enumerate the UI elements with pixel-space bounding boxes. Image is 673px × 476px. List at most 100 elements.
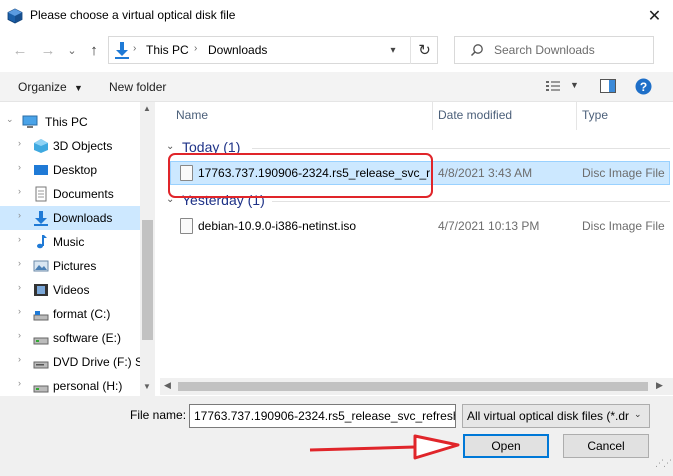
file-name-label: File name: xyxy=(130,408,187,422)
chevron-right-icon: › xyxy=(18,234,21,244)
chevron-right-icon: › xyxy=(18,186,21,196)
nav-item-drive-e[interactable]: › software (E:) xyxy=(0,326,140,350)
drive-icon xyxy=(33,311,49,321)
column-header-date[interactable]: Date modified xyxy=(438,108,512,122)
close-button[interactable]: ✕ xyxy=(636,0,673,32)
organize-button[interactable]: Organize ▼ xyxy=(18,80,83,94)
annotation-highlight-box xyxy=(168,153,433,198)
search-icon xyxy=(470,44,483,57)
view-options-icon[interactable] xyxy=(546,80,560,92)
chevron-down-icon[interactable]: ⌄ xyxy=(634,409,642,420)
forward-button[interactable]: → xyxy=(38,39,58,61)
breadcrumb-separator: › xyxy=(133,43,137,54)
chevron-down-icon: ⌄ xyxy=(6,114,14,124)
nav-item-label: Music xyxy=(53,235,85,249)
file-type: Disc Image File xyxy=(582,219,665,233)
up-button[interactable]: ↑ xyxy=(84,39,104,61)
open-button[interactable]: Open xyxy=(463,434,549,458)
computer-icon xyxy=(22,115,38,128)
back-button[interactable]: ← xyxy=(10,39,30,61)
preview-pane-icon[interactable] xyxy=(600,79,616,93)
chevron-right-icon: › xyxy=(18,258,21,268)
nav-item-music[interactable]: › Music xyxy=(0,230,140,254)
breadcrumb-separator: › xyxy=(194,43,198,54)
nav-item-drive-c[interactable]: › format (C:) xyxy=(0,302,140,326)
nav-item-3d-objects[interactable]: › 3D Objects xyxy=(0,134,140,158)
nav-item-label: Pictures xyxy=(53,259,97,273)
dvd-drive-icon xyxy=(33,361,49,369)
file-date: 4/8/2021 3:43 AM xyxy=(438,166,533,180)
address-dropdown-button[interactable]: ▾ xyxy=(378,36,408,64)
documents-icon xyxy=(35,186,47,202)
file-date: 4/7/2021 10:13 PM xyxy=(438,219,540,233)
chevron-right-icon: › xyxy=(18,378,21,388)
nav-item-label: This PC xyxy=(45,115,88,129)
view-dropdown-button[interactable]: ▼ xyxy=(570,80,579,90)
scroll-right-icon[interactable]: ▶ xyxy=(656,380,663,391)
breadcrumb-this-pc[interactable]: This PC xyxy=(146,43,189,57)
recent-locations-button[interactable]: ⌄ xyxy=(62,39,82,61)
help-icon[interactable]: ? xyxy=(635,78,652,95)
chevron-right-icon: › xyxy=(18,138,21,148)
refresh-icon: ↻ xyxy=(418,42,431,59)
up-arrow-icon: ↑ xyxy=(90,41,98,59)
file-name: debian-10.9.0-i386-netinst.iso xyxy=(198,219,357,233)
search-placeholder: Search Downloads xyxy=(494,43,595,57)
music-icon xyxy=(37,235,47,249)
videos-icon xyxy=(34,284,48,296)
column-divider[interactable] xyxy=(576,102,577,130)
filelist-scroll-thumb[interactable] xyxy=(178,382,648,391)
scroll-left-icon[interactable]: ◀ xyxy=(164,380,171,391)
disc-image-file-icon xyxy=(180,218,193,234)
breadcrumb-downloads[interactable]: Downloads xyxy=(208,43,267,57)
nav-item-label: 3D Objects xyxy=(53,139,113,153)
forward-arrow-icon: → xyxy=(40,41,56,59)
chevron-down-icon: ⌄ xyxy=(67,44,77,57)
virtualbox-icon xyxy=(7,8,23,24)
nav-item-drive-h[interactable]: › personal (H:) xyxy=(0,374,140,398)
chevron-right-icon: › xyxy=(18,354,21,364)
chevron-right-icon: › xyxy=(18,282,21,292)
column-header-type[interactable]: Type xyxy=(582,108,608,122)
chevron-right-icon: › xyxy=(18,306,21,316)
scroll-up-icon[interactable]: ▲ xyxy=(143,104,151,113)
organize-label: Organize xyxy=(18,80,67,94)
downloads-icon xyxy=(34,211,48,226)
close-icon: ✕ xyxy=(647,8,662,25)
nav-item-documents[interactable]: › Documents xyxy=(0,182,140,206)
chevron-right-icon: › xyxy=(18,330,21,340)
new-folder-button[interactable]: New folder xyxy=(109,80,166,94)
refresh-button[interactable]: ↻ xyxy=(410,36,438,64)
column-divider[interactable] xyxy=(432,102,433,130)
column-header-name[interactable]: Name xyxy=(176,108,208,122)
nav-item-label: software (E:) xyxy=(53,331,122,345)
chevron-right-icon: › xyxy=(18,162,21,172)
pictures-icon xyxy=(33,260,49,272)
drive-icon xyxy=(33,385,49,393)
nav-item-videos[interactable]: › Videos xyxy=(0,278,140,302)
chevron-down-icon: ▾ xyxy=(390,44,396,56)
chevron-down-icon: ▼ xyxy=(570,80,579,90)
nav-item-label: personal (H:) xyxy=(53,379,123,393)
chevron-down-icon[interactable]: ⌄ xyxy=(166,141,174,152)
nav-item-desktop[interactable]: › Desktop xyxy=(0,158,140,182)
scroll-down-icon[interactable]: ▼ xyxy=(143,382,151,391)
cancel-button[interactable]: Cancel xyxy=(563,434,649,458)
file-type-select[interactable]: All virtual optical disk files (*.dr xyxy=(462,404,650,428)
resize-grip-icon[interactable]: ⋰⋰ xyxy=(655,458,672,469)
desktop-icon xyxy=(34,165,48,175)
nav-item-label: Downloads xyxy=(53,211,113,225)
window-title: Please choose a virtual optical disk fil… xyxy=(30,8,236,22)
nav-item-pictures[interactable]: › Pictures xyxy=(0,254,140,278)
nav-item-label: Documents xyxy=(53,187,114,201)
nav-item-label: format (C:) xyxy=(53,307,111,321)
navpane-scroll-thumb[interactable] xyxy=(142,220,153,340)
nav-item-downloads[interactable]: › Downloads xyxy=(0,206,140,230)
drive-icon xyxy=(33,337,49,345)
downloads-folder-icon xyxy=(115,42,129,59)
nav-item-dvd-drive[interactable]: › DVD Drive (F:) SS xyxy=(0,350,140,374)
nav-item-this-pc[interactable]: ⌄ This PC xyxy=(0,110,140,134)
svg-text:?: ? xyxy=(640,80,647,94)
group-divider xyxy=(252,148,670,149)
navigation-pane[interactable]: ⌄ This PC › 3D Objects › Desktop › Docum… xyxy=(0,102,155,396)
